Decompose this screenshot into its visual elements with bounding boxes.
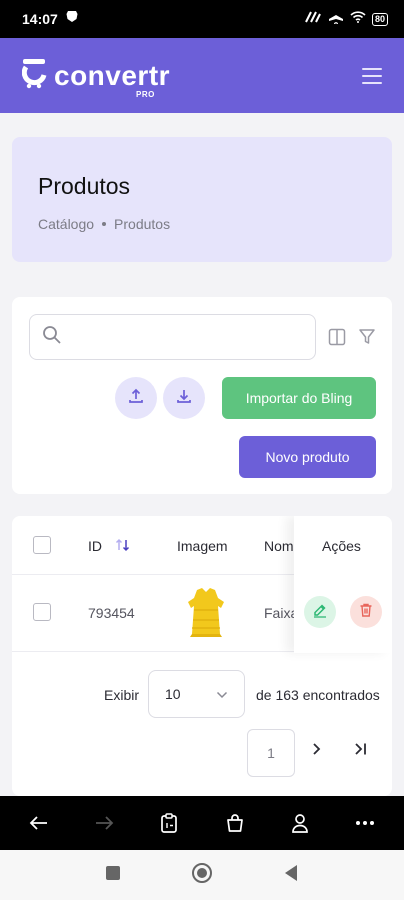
search-icon [42,325,62,350]
trash-icon [358,602,374,623]
download-icon [176,388,192,409]
page-header: Produtos Catálogo Produtos [12,137,392,262]
import-bling-button[interactable]: Importar do Bling [222,377,376,419]
toolbar-card: Importar do Bling Novo produto [12,297,392,494]
status-time: 14:07 [22,11,58,27]
no-data-icon [304,10,322,29]
app-header: convertr PRO [0,38,404,113]
breadcrumb-catalog[interactable]: Catálogo [38,216,94,232]
page-title: Produtos [38,173,131,199]
delete-button[interactable] [350,596,382,628]
row-id: 793454 [88,605,135,621]
recents-icon[interactable] [105,865,121,886]
status-bar: 14:07 80 [0,0,404,38]
logo-text: convertr [54,59,171,91]
tabs-icon[interactable] [149,803,189,843]
sort-icon[interactable] [115,538,131,557]
chevron-down-icon [216,686,228,702]
edit-icon [312,602,328,623]
export-button[interactable] [115,377,157,419]
search-input[interactable] [70,322,300,352]
search-box[interactable] [29,314,316,360]
products-table: ID Imagem Nom 793454 Faixa Ações Exibir … [12,516,392,796]
back-arrow-icon[interactable] [19,803,59,843]
columns-icon[interactable] [328,328,346,351]
breadcrumb: Catálogo Produtos [38,216,366,232]
browser-toolbar [0,796,404,850]
next-page-icon[interactable] [308,741,324,762]
row-checkbox[interactable] [33,603,51,621]
home-icon[interactable] [191,862,213,889]
results-count: de 163 encontrados [256,687,380,703]
column-header-name[interactable]: Nom [264,538,294,554]
shopping-bag-icon[interactable] [215,803,255,843]
page-number-input[interactable]: 1 [247,729,295,777]
app-logo[interactable]: convertr [21,57,171,94]
forward-arrow-icon[interactable] [84,803,124,843]
system-back-icon[interactable] [283,864,299,887]
breadcrumb-products: Produtos [114,216,171,232]
per-page-value: 10 [165,686,181,702]
upload-icon [128,388,144,409]
brave-icon [66,10,78,28]
download-button[interactable] [163,377,205,419]
profile-icon[interactable] [280,803,320,843]
logo-mark-icon [21,57,48,94]
actions-column: Ações [294,516,392,653]
product-thumbnail[interactable] [180,586,232,645]
select-all-checkbox[interactable] [33,536,51,554]
per-page-label: Exibir [104,687,140,703]
logo-badge: PRO [136,90,155,99]
column-header-image: Imagem [177,538,228,554]
wifi-icon [350,10,366,28]
column-header-id[interactable]: ID [88,538,102,554]
new-product-button[interactable]: Novo produto [239,436,376,478]
edit-button[interactable] [304,596,336,628]
hamburger-menu-icon[interactable] [362,67,382,84]
airplane-icon [328,9,344,29]
per-page-select[interactable]: 10 [148,670,245,718]
column-header-actions: Ações [322,538,361,554]
system-nav-bar [0,850,404,900]
more-options-icon[interactable] [345,803,385,843]
breadcrumb-separator [102,222,107,226]
battery-indicator: 80 [371,12,388,26]
last-page-icon[interactable] [352,741,370,762]
filter-icon[interactable] [358,328,376,351]
